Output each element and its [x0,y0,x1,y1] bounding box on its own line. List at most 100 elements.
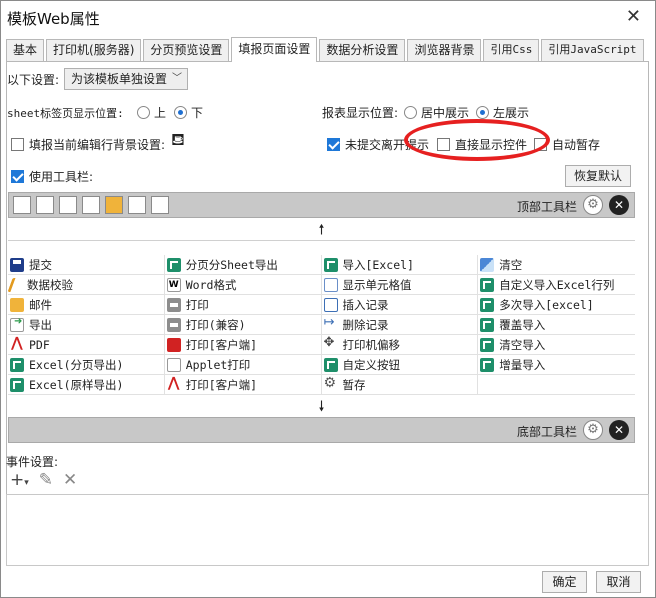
toolbar-button-cell[interactable]: 清空 [478,255,635,275]
edit-icon[interactable]: ✎ [39,470,53,492]
toolbar-button-cell[interactable]: PDF [8,335,165,355]
toolbar-button-cell[interactable]: 插入记录 [322,295,479,315]
radio-center[interactable] [404,106,417,119]
toolbar-button-label: 暂存 [342,378,366,392]
move-down-arrow[interactable]: 🠗 [8,396,635,418]
direct-show-checkbox[interactable] [437,138,450,151]
report-position-label: 报表显示位置: [322,106,399,120]
radio-bottom[interactable] [174,106,187,119]
gear-icon[interactable]: ⚙ [583,420,603,440]
delete-row-icon[interactable] [128,196,146,214]
toolbar-button-cell[interactable]: Applet打印 [165,355,322,375]
mail-icon[interactable] [105,196,123,214]
word-icon: W [166,278,181,292]
grid-row: 导出 打印(兼容) 删除记录 覆盖导入 [8,315,635,335]
use-toolbar-option[interactable]: 使用工具栏: [11,168,93,185]
ok-button[interactable]: 确定 [542,571,587,593]
toolbar-button-cell[interactable]: 数据校验 [8,275,165,295]
toolbar-button-cell[interactable]: 覆盖导入 [478,315,635,335]
unsubmitted-checkbox[interactable] [327,138,340,151]
radio-left[interactable] [476,106,489,119]
toolbar-button-cell[interactable]: 显示单元格值 [322,275,479,295]
toolbar-button-cell[interactable]: 提交 [8,255,165,275]
restore-default-button[interactable]: 恢复默认 [565,165,631,187]
remove-icon[interactable]: ✕ [609,195,629,215]
report-center-option[interactable]: 居中展示 [404,104,469,121]
grid-row: PDF 打印[客户端] 打印机偏移 清空导入 [8,335,635,355]
remove-icon[interactable]: ✕ [609,420,629,440]
toolbar-button-cell[interactable]: 打印(兼容) [165,315,322,335]
tab-0[interactable]: 基本 [6,39,45,61]
radio-top[interactable] [137,106,150,119]
check-icon [8,278,25,292]
toolbar-button-cell[interactable]: 增量导入 [478,355,635,375]
fill-bg-option[interactable]: 填报当前编辑行背景设置: [11,136,165,153]
save-icon[interactable] [13,196,31,214]
auto-save-option[interactable]: 自动暂存 [534,136,600,153]
tab-7[interactable]: 引用JavaScript [541,39,644,61]
toolbar-button-cell[interactable]: 邮件 [8,295,165,315]
toolbar-button-label: Excel(分页导出) [29,358,124,372]
toolbar-button-cell[interactable]: 自定义导入Excel行列 [478,275,635,295]
cell-icon[interactable] [151,196,169,214]
fill-bg-checkbox[interactable] [11,138,24,151]
tab-4[interactable]: 数据分析设置 [319,39,406,61]
export-icon [10,316,24,332]
print-icon[interactable] [59,196,77,214]
report-center-label: 居中展示 [421,106,470,120]
toolbar-button-label: 打印[客户端] [185,378,258,392]
move-up-arrow[interactable]: 🠕 [8,219,635,241]
tab-1[interactable]: 打印机(服务器) [46,39,142,61]
print-icon [166,318,181,332]
toolbar-button-label: 清空导入 [499,338,546,352]
toolbar-button-cell [478,375,635,395]
sheet-tab-bottom-option[interactable]: 下 [174,104,203,121]
toolbar-button-cell[interactable]: 打印机偏移 [322,335,479,355]
tab-6[interactable]: 引用Css [483,39,540,61]
toolbar-button-cell[interactable]: W Word格式 [165,275,322,295]
tab-3[interactable]: 填报页面设置 [231,37,318,62]
auto-save-checkbox[interactable] [534,138,547,151]
toolbar-button-cell[interactable]: 暂存 [322,375,479,395]
scope-select-value: 为该模板单独设置 [71,72,168,86]
toolbar-button-cell[interactable]: 分页分Sheet导出 [165,255,322,275]
report-left-option[interactable]: 左展示 [476,104,529,121]
grid-row: Excel(分页导出) Applet打印 自定义按钮 增量导入 [8,355,635,375]
cancel-button[interactable]: 取消 [596,571,641,593]
excel-icon [480,338,495,352]
toolbar-button-label: 增量导入 [499,358,546,372]
scope-select[interactable]: 为该模板单独设置 ﹀ [64,68,188,90]
tab-2[interactable]: 分页预览设置 [143,39,230,61]
toolbar-button-label: Word格式 [185,278,237,292]
events-list[interactable] [6,494,649,566]
toolbar-button-cell[interactable]: 自定义按钮 [322,355,479,375]
toolbar-button-cell[interactable]: 打印[客户端] [165,335,322,355]
unsubmitted-option[interactable]: 未提交离开提示 [327,136,429,153]
toolbar-button-label: 删除记录 [342,318,389,332]
gear-icon[interactable]: ⚙ [583,195,603,215]
pdf-icon [10,335,24,352]
tab-5[interactable]: 浏览器背景 [407,39,482,61]
paint-bucket-icon[interactable]: ⛾ [171,130,185,152]
top-toolbar-icons [9,193,514,217]
toolbar-button-cell[interactable]: 多次导入[excel] [478,295,635,315]
check-icon[interactable] [36,196,54,214]
toolbar-button-cell[interactable]: 清空导入 [478,335,635,355]
toolbar-button-cell[interactable]: Excel(原样导出) [8,375,165,395]
toolbar-button-cell[interactable]: 打印 [165,295,322,315]
toolbar-button-cell[interactable]: Excel(分页导出) [8,355,165,375]
export-icon[interactable] [82,196,100,214]
sheet-tab-top-option[interactable]: 上 [137,104,166,121]
save-icon [10,258,24,272]
events-label: 事件设置: [6,455,59,469]
close-icon[interactable]: ✕ [626,6,641,27]
toolbar-button-cell[interactable]: 打印[客户端] [165,375,322,395]
use-toolbar-checkbox[interactable] [11,170,24,183]
delete-icon[interactable]: ✕ [63,470,77,492]
toolbar-button-cell[interactable]: 导出 [8,315,165,335]
toolbar-button-cell[interactable]: 导入[Excel] [322,255,479,275]
insert-icon [323,298,338,312]
direct-show-option[interactable]: 直接显示控件 [437,136,530,153]
add-icon[interactable]: +▾ [10,470,29,492]
toolbar-button-cell[interactable]: 删除记录 [322,315,479,335]
